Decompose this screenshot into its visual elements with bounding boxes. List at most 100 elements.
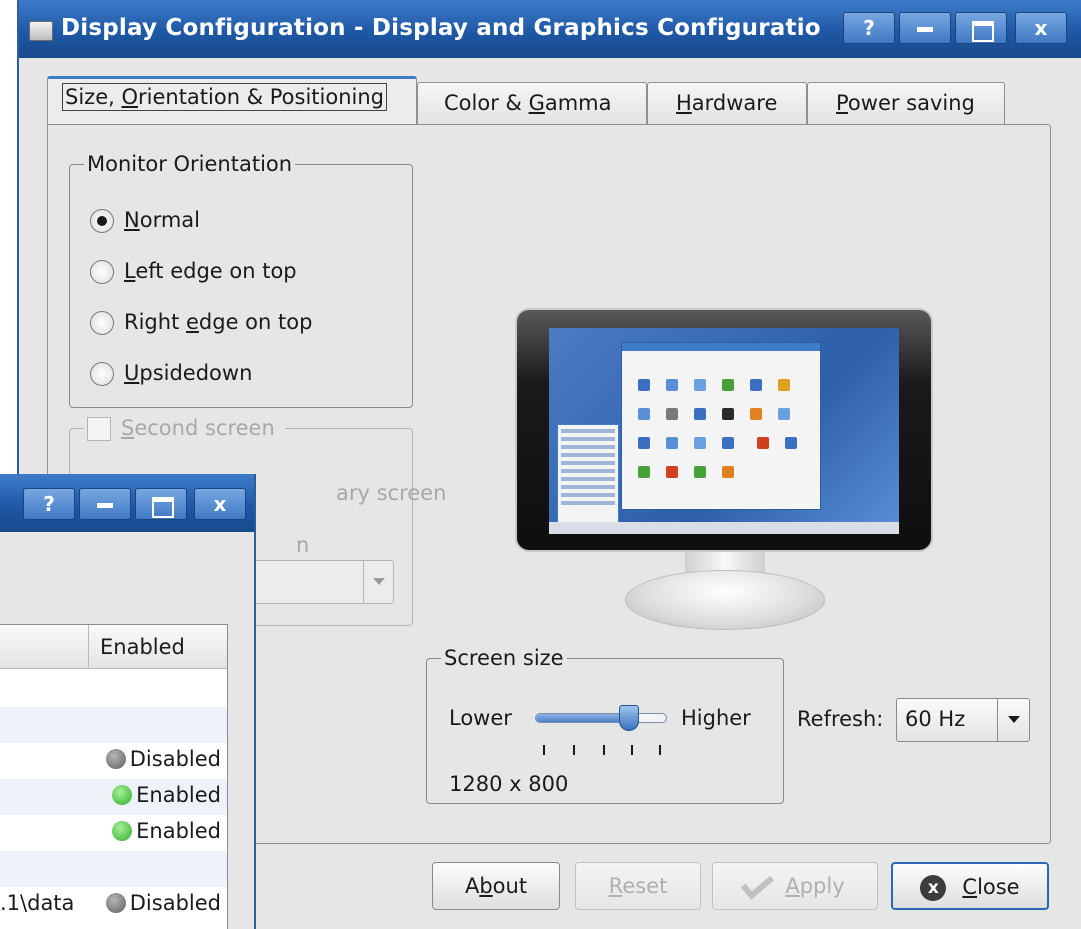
resolution-value: 1280 x 800 [449, 772, 569, 796]
button-label: lose [977, 875, 1020, 899]
tab-label: ower saving [847, 91, 975, 115]
tab-size-orientation[interactable]: Size, Orientation & Positioning [47, 76, 417, 126]
refresh-rate-value: 60 Hz [905, 707, 966, 731]
button-mnemonic: C [962, 875, 978, 899]
button-mnemonic: R [608, 874, 623, 898]
radio-label: eft edge on top [135, 259, 297, 283]
radio-indicator[interactable] [90, 260, 114, 284]
maximize-button[interactable] [955, 12, 1007, 44]
radio-indicator[interactable] [90, 209, 114, 233]
screen-size-legend: Screen size [444, 646, 564, 670]
preview-taskbar [549, 522, 899, 534]
lower-label: Lower [449, 706, 512, 730]
slider-fill [536, 714, 629, 722]
minimize-button[interactable] [899, 12, 951, 44]
minimize-button[interactable] [79, 488, 131, 520]
status-text: Disabled [129, 747, 221, 771]
radio-indicator[interactable] [90, 362, 114, 386]
second-screen-checkbox-box[interactable] [87, 417, 111, 441]
tab-label: Color & [444, 91, 529, 115]
radio-mnemonic: N [124, 208, 140, 232]
chevron-down-icon [363, 561, 393, 603]
monitor-stand [625, 570, 825, 630]
app-window-icon [29, 21, 53, 41]
monitor-screen [549, 328, 899, 534]
radio-normal[interactable]: Normal [90, 208, 200, 238]
status-disabled-icon [105, 749, 126, 769]
status-enabled-icon [112, 785, 133, 805]
radio-label: dge on top [198, 310, 313, 334]
slider-ticks [543, 745, 663, 755]
overlapping-window-titlebar[interactable]: ? x [0, 474, 254, 532]
tab-label: amma [544, 91, 612, 115]
tab-power-saving[interactable]: Power saving [807, 82, 1005, 126]
checkbox-label: econd screen [134, 416, 275, 440]
radio-second-option: n [296, 533, 309, 563]
button-mnemonic: b [479, 874, 493, 898]
screen-size-slider[interactable] [535, 705, 667, 731]
radio-clone-primary-screen: ary screen [336, 481, 446, 511]
status-text: Disabled [129, 891, 221, 915]
apply-button[interactable]: Apply [712, 862, 878, 910]
radio-mnemonic: L [124, 259, 136, 283]
help-button[interactable]: ? [843, 12, 895, 44]
close-button[interactable]: x Close [891, 862, 1049, 910]
maximize-button[interactable] [135, 488, 187, 520]
help-button[interactable]: ? [23, 488, 75, 520]
button-label: eset [622, 874, 668, 898]
radio-label: Right [124, 310, 186, 334]
reset-button[interactable]: Reset [575, 862, 701, 910]
radio-upsidedown[interactable]: Upsidedown [90, 361, 252, 391]
radio-right-edge-on-top[interactable]: Right edge on top [90, 310, 312, 340]
close-window-button[interactable]: x [194, 488, 246, 520]
checkmark-icon [741, 868, 775, 900]
tab-label: ardware [691, 91, 778, 115]
screen-size-group: Screen size Lower Higher 1280 x 800 [426, 646, 784, 804]
status-badge: Enabled [112, 819, 221, 843]
window-title: Display Configuration - Display and Grap… [61, 15, 821, 41]
second-screen-combo [242, 560, 394, 604]
monitor-orientation-group: Monitor Orientation Normal Left edge on … [69, 152, 413, 408]
radio-label: n [296, 533, 310, 557]
list-item[interactable]: Enabled [0, 779, 227, 815]
status-text: Enabled [136, 819, 221, 843]
button-label: A [464, 874, 480, 898]
tab-color-gamma[interactable]: Color & Gamma [417, 82, 647, 126]
refresh-rate-select[interactable]: 60 Hz [896, 698, 1030, 742]
refresh-label: Refresh: [797, 707, 884, 731]
list-item[interactable] [0, 851, 227, 887]
status-badge: Disabled [105, 747, 221, 771]
radio-mnemonic: e [185, 310, 199, 334]
plugin-list[interactable]: Enabled Disabled Enabled Enabled .1\data… [0, 624, 228, 929]
radio-indicator[interactable] [90, 311, 114, 335]
close-circle-icon: x [920, 875, 947, 901]
tab-label: Size, [65, 85, 122, 109]
radio-mnemonic: U [124, 361, 140, 385]
preview-mini-window [621, 342, 821, 510]
second-screen-checkbox[interactable]: Second screen [84, 416, 285, 441]
tab-mnemonic: P [836, 91, 848, 115]
tab-label: rientation & Positioning [138, 85, 384, 109]
radio-label: ary screen [336, 481, 447, 505]
about-button[interactable]: About [432, 862, 560, 910]
close-window-button[interactable]: x [1015, 12, 1067, 44]
higher-label: Higher [681, 706, 751, 730]
overlapping-window: ? x Enabled Disabled Enabled Enabled .1\… [0, 474, 256, 929]
radio-left-edge-on-top[interactable]: Left edge on top [90, 259, 297, 289]
monitor-preview [515, 308, 935, 638]
chevron-down-icon[interactable] [997, 699, 1029, 741]
list-item[interactable]: .1\data Disabled [0, 887, 227, 923]
tab-hardware[interactable]: Hardware [647, 82, 807, 126]
monitor-bezel [515, 308, 933, 552]
list-item[interactable]: Enabled [0, 815, 227, 851]
main-titlebar[interactable]: Display Configuration - Display and Grap… [19, 0, 1081, 58]
list-item[interactable] [0, 707, 227, 743]
list-item[interactable] [0, 671, 227, 707]
slider-handle[interactable] [619, 705, 639, 731]
list-item[interactable]: Disabled [0, 743, 227, 779]
tab-mnemonic: G [528, 91, 545, 115]
button-label: out [492, 874, 528, 898]
column-separator[interactable] [88, 625, 89, 669]
enabled-column-header[interactable]: Enabled [100, 635, 185, 659]
status-badge: Disabled [105, 891, 221, 915]
